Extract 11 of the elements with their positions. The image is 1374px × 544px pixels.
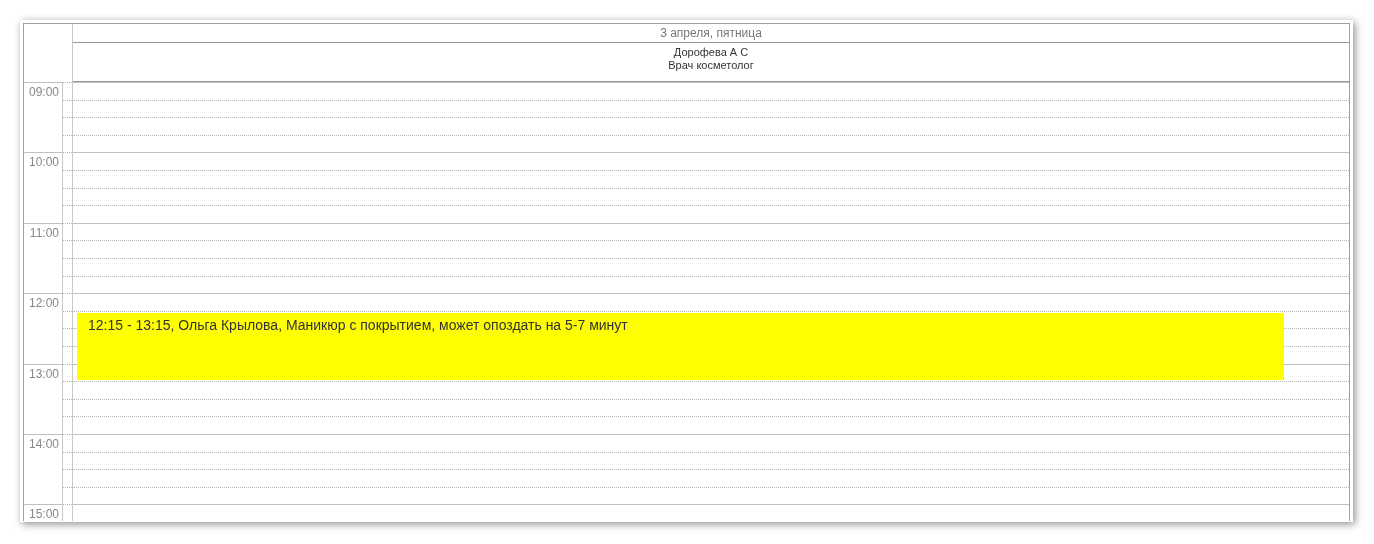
- time-label: 11:00: [24, 222, 63, 294]
- day-header: 3 апреля, пятница: [73, 24, 1349, 43]
- time-label: 10:00: [24, 152, 63, 223]
- resource-name: Дорофева А С: [673, 46, 749, 59]
- time-label: 15:00: [24, 504, 63, 521]
- time-label: 13:00: [24, 363, 63, 434]
- time-label: 09:00: [24, 82, 63, 153]
- resource-role: Врач косметолог: [668, 59, 754, 72]
- time-label: 12:00: [24, 293, 63, 364]
- time-label: 14:00: [24, 433, 63, 505]
- appointment-block[interactable]: 12:15 - 13:15, Ольга Крылова, Маникюр с покрытием, может опоздать на 5-7 минут: [77, 313, 1284, 381]
